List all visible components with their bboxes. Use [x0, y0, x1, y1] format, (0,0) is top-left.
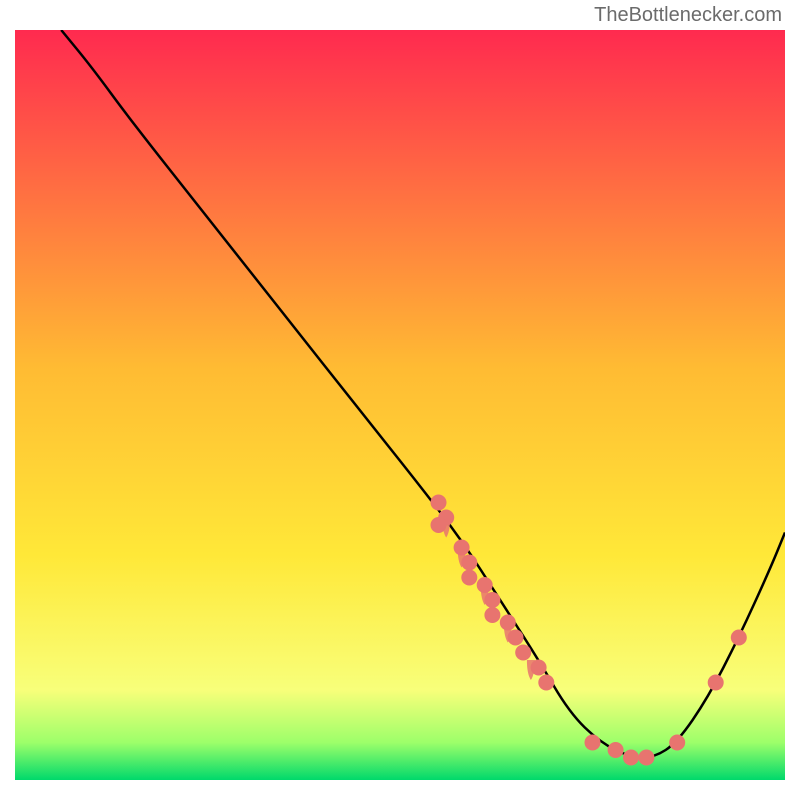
scatter-point — [477, 577, 493, 593]
chart-container: TheBottlenecker.com — [0, 0, 800, 800]
scatter-point — [515, 645, 531, 661]
scatter-point — [531, 660, 547, 676]
scatter-point — [608, 742, 624, 758]
scatter-point — [669, 735, 685, 751]
scatter-point — [431, 495, 447, 511]
scatter-point — [708, 675, 724, 691]
scatter-point — [638, 750, 654, 766]
plot-area — [15, 30, 785, 780]
scatter-point — [484, 592, 500, 608]
watermark-text: TheBottlenecker.com — [594, 4, 782, 27]
scatter-point — [431, 517, 447, 533]
gradient-background — [15, 30, 785, 780]
scatter-point — [500, 615, 516, 631]
scatter-point — [484, 607, 500, 623]
scatter-point — [623, 750, 639, 766]
scatter-point — [454, 540, 470, 556]
scatter-point — [508, 630, 524, 646]
scatter-point — [585, 735, 601, 751]
scatter-point — [538, 675, 554, 691]
scatter-point — [461, 555, 477, 571]
scatter-point — [731, 630, 747, 646]
chart-svg — [15, 30, 785, 780]
scatter-point — [461, 570, 477, 586]
